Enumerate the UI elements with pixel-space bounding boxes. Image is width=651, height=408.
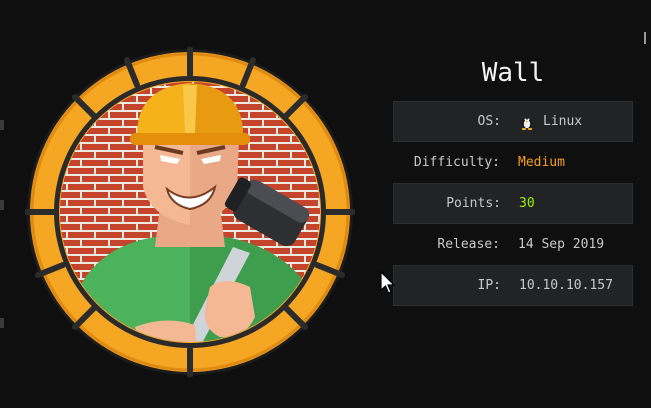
machine-info-table: OS: Linux Difficulty: Medium Points: 30 … (393, 101, 633, 306)
tux-icon (521, 116, 533, 130)
mouse-pointer-icon (380, 271, 396, 294)
info-row-release: Release: 14 Sep 2019 (393, 224, 633, 265)
points-label: Points: (446, 196, 501, 211)
info-row-ip: IP: 10.10.10.157 (393, 265, 633, 306)
machine-name: Wall (481, 58, 545, 88)
os-value: Linux (519, 114, 582, 130)
info-row-os: OS: Linux (393, 101, 633, 142)
points-value: 30 (519, 196, 535, 211)
difficulty-value: Medium (518, 155, 565, 170)
os-value-text: Linux (543, 114, 583, 129)
ip-label: IP: (477, 278, 501, 293)
ip-value: 10.10.10.157 (519, 278, 613, 293)
left-edge-fragments (0, 0, 8, 408)
difficulty-label: Difficulty: (413, 155, 500, 170)
release-value: 14 Sep 2019 (518, 237, 605, 252)
machine-avatar (25, 47, 355, 377)
os-label: OS: (477, 114, 501, 129)
scrollbar-thumb[interactable] (644, 32, 646, 44)
info-row-difficulty: Difficulty: Medium (393, 142, 633, 183)
release-label: Release: (437, 237, 500, 252)
info-row-points: Points: 30 (393, 183, 633, 224)
